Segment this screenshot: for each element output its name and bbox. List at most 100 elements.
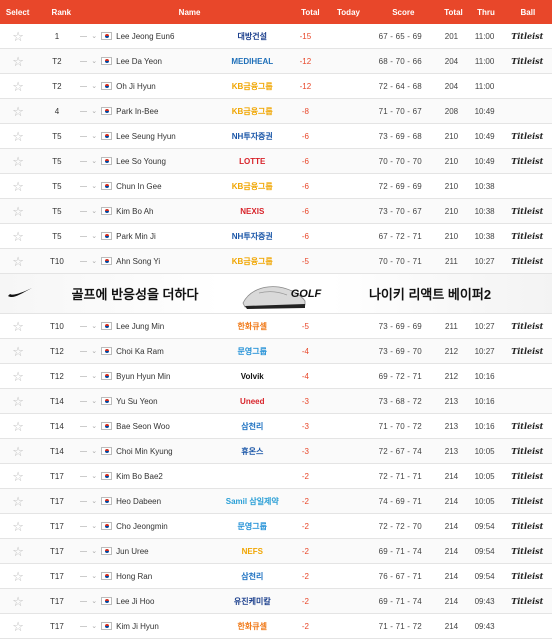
player-name[interactable]: Lee Seung Hyun <box>116 132 176 141</box>
header-score[interactable]: Score <box>368 8 439 17</box>
player-name[interactable]: Kim Ji Hyun <box>116 622 159 631</box>
player-row[interactable]: ☆ T14 — ⌄ Bae Seon Woo 삼천리 -3 71 - 70 - … <box>0 414 552 439</box>
player-name[interactable]: Lee Jung Min <box>116 322 164 331</box>
player-row[interactable]: ☆ T14 — ⌄ Yu Su Yeon Uneed -3 73 - 68 - … <box>0 389 552 414</box>
favorite-star-button[interactable]: ☆ <box>0 30 36 43</box>
player-row[interactable]: ☆ T10 — ⌄ Lee Jung Min 한화큐셀 -5 73 - 69 -… <box>0 314 552 339</box>
favorite-star-button[interactable]: ☆ <box>0 105 36 118</box>
player-row[interactable]: ☆ T5 — ⌄ Lee Seung Hyun NH투자증권 -6 73 - 6… <box>0 124 552 149</box>
favorite-star-button[interactable]: ☆ <box>0 445 36 458</box>
favorite-star-button[interactable]: ☆ <box>0 230 36 243</box>
player-name-cell[interactable]: ⌄ Kim Bo Bae2 <box>89 472 218 481</box>
player-row[interactable]: ☆ T5 — ⌄ Lee So Young LOTTE -6 70 - 70 -… <box>0 149 552 174</box>
favorite-star-button[interactable]: ☆ <box>0 320 36 333</box>
player-row[interactable]: ☆ T17 — ⌄ Cho Jeongmin 문영그룹 -2 72 - 72 -… <box>0 514 552 539</box>
player-row[interactable]: ☆ T17 — ⌄ Kim Ji Hyun 한화큐셀 -2 71 - 71 - … <box>0 614 552 639</box>
player-name[interactable]: Oh Ji Hyun <box>116 82 156 91</box>
player-row[interactable]: ☆ 4 — ⌄ Park In-Bee KB금융그룹 -8 71 - 70 - … <box>0 99 552 124</box>
player-name-cell[interactable]: ⌄ Byun Hyun Min <box>89 372 218 381</box>
favorite-star-button[interactable]: ☆ <box>0 620 36 633</box>
player-name[interactable]: Hong Ran <box>116 572 152 581</box>
player-name-cell[interactable]: ⌄ Ahn Song Yi <box>89 257 218 266</box>
chevron-down-icon[interactable]: ⌄ <box>89 57 99 65</box>
player-row[interactable]: ☆ T2 — ⌄ Oh Ji Hyun KB금융그룹 -12 72 - 64 -… <box>0 74 552 99</box>
favorite-star-button[interactable]: ☆ <box>0 55 36 68</box>
player-row[interactable]: ☆ T17 — ⌄ Lee Ji Hoo 유진케미칼 -2 69 - 71 - … <box>0 589 552 614</box>
player-name-cell[interactable]: ⌄ Lee Jeong Eun6 <box>89 32 218 41</box>
favorite-star-button[interactable]: ☆ <box>0 80 36 93</box>
player-name[interactable]: Byun Hyun Min <box>116 372 170 381</box>
player-name[interactable]: Park Min Ji <box>116 232 156 241</box>
favorite-star-button[interactable]: ☆ <box>0 520 36 533</box>
player-name[interactable]: Choi Min Kyung <box>116 447 172 456</box>
chevron-down-icon[interactable]: ⌄ <box>89 547 99 555</box>
player-name-cell[interactable]: ⌄ Kim Ji Hyun <box>89 622 218 631</box>
header-total-strokes[interactable]: Total <box>439 8 469 17</box>
favorite-star-button[interactable]: ☆ <box>0 180 36 193</box>
player-name-cell[interactable]: ⌄ Park In-Bee <box>89 107 218 116</box>
chevron-down-icon[interactable]: ⌄ <box>89 107 99 115</box>
player-name-cell[interactable]: ⌄ Choi Ka Ram <box>89 347 218 356</box>
player-name[interactable]: Cho Jeongmin <box>116 522 168 531</box>
player-row[interactable]: ☆ T14 — ⌄ Choi Min Kyung 휴온스 -3 72 - 67 … <box>0 439 552 464</box>
player-row[interactable]: ☆ T17 — ⌄ Kim Bo Bae2 -2 72 - 71 - 71 21… <box>0 464 552 489</box>
player-row[interactable]: ☆ T17 — ⌄ Heo Dabeen Samil 삼일제약 -2 74 - … <box>0 489 552 514</box>
chevron-down-icon[interactable]: ⌄ <box>89 82 99 90</box>
header-name[interactable]: Name <box>87 8 291 17</box>
chevron-down-icon[interactable]: ⌄ <box>89 257 99 265</box>
chevron-down-icon[interactable]: ⌄ <box>89 32 99 40</box>
player-name-cell[interactable]: ⌄ Chun In Gee <box>89 182 218 191</box>
favorite-star-button[interactable]: ☆ <box>0 595 36 608</box>
player-row[interactable]: ☆ T5 — ⌄ Kim Bo Ah NEXIS -6 73 - 70 - 67… <box>0 199 552 224</box>
chevron-down-icon[interactable]: ⌄ <box>89 182 99 190</box>
player-name[interactable]: Chun In Gee <box>116 182 161 191</box>
player-name[interactable]: Kim Bo Ah <box>116 207 153 216</box>
player-name-cell[interactable]: ⌄ Lee So Young <box>89 157 218 166</box>
player-name-cell[interactable]: ⌄ Park Min Ji <box>89 232 218 241</box>
chevron-down-icon[interactable]: ⌄ <box>89 497 99 505</box>
player-name[interactable]: Yu Su Yeon <box>116 397 157 406</box>
chevron-down-icon[interactable]: ⌄ <box>89 322 99 330</box>
favorite-star-button[interactable]: ☆ <box>0 130 36 143</box>
favorite-star-button[interactable]: ☆ <box>0 395 36 408</box>
chevron-down-icon[interactable]: ⌄ <box>89 472 99 480</box>
favorite-star-button[interactable]: ☆ <box>0 470 36 483</box>
player-name-cell[interactable]: ⌄ Choi Min Kyung <box>89 447 218 456</box>
chevron-down-icon[interactable]: ⌄ <box>89 347 99 355</box>
player-name-cell[interactable]: ⌄ Kim Bo Ah <box>89 207 218 216</box>
chevron-down-icon[interactable]: ⌄ <box>89 597 99 605</box>
player-name-cell[interactable]: ⌄ Jun Uree <box>89 547 218 556</box>
player-name[interactable]: Ahn Song Yi <box>116 257 160 266</box>
player-name-cell[interactable]: ⌄ Yu Su Yeon <box>89 397 218 406</box>
player-name[interactable]: Jun Uree <box>116 547 148 556</box>
favorite-star-button[interactable]: ☆ <box>0 155 36 168</box>
player-row[interactable]: ☆ T17 — ⌄ Hong Ran 삼천리 -2 76 - 67 - 71 2… <box>0 564 552 589</box>
favorite-star-button[interactable]: ☆ <box>0 495 36 508</box>
player-row[interactable]: ☆ T17 — ⌄ Jun Uree NEFS -2 69 - 71 - 74 … <box>0 539 552 564</box>
favorite-star-button[interactable]: ☆ <box>0 420 36 433</box>
player-row[interactable]: ☆ 1 — ⌄ Lee Jeong Eun6 대방건설 -15 67 - 65 … <box>0 24 552 49</box>
favorite-star-button[interactable]: ☆ <box>0 570 36 583</box>
player-name-cell[interactable]: ⌄ Bae Seon Woo <box>89 422 218 431</box>
player-name-cell[interactable]: ⌄ Lee Jung Min <box>89 322 218 331</box>
player-name-cell[interactable]: ⌄ Heo Dabeen <box>89 497 218 506</box>
player-name-cell[interactable]: ⌄ Cho Jeongmin <box>89 522 218 531</box>
player-row[interactable]: ☆ T5 — ⌄ Chun In Gee KB금융그룹 -6 72 - 69 -… <box>0 174 552 199</box>
player-name[interactable]: Bae Seon Woo <box>116 422 170 431</box>
player-name-cell[interactable]: ⌄ Lee Ji Hoo <box>89 597 218 606</box>
chevron-down-icon[interactable]: ⌄ <box>89 157 99 165</box>
favorite-star-button[interactable]: ☆ <box>0 205 36 218</box>
player-row[interactable]: ☆ T10 — ⌄ Ahn Song Yi KB금융그룹 -5 70 - 70 … <box>0 249 552 274</box>
player-name[interactable]: Lee So Young <box>116 157 166 166</box>
header-rank[interactable]: Rank <box>35 8 87 17</box>
nike-ad-banner[interactable]: 골프에 반응성을 더하다 GOLF 나이키 리액트 베이퍼2 <box>0 274 552 314</box>
player-name[interactable]: Lee Da Yeon <box>116 57 162 66</box>
favorite-star-button[interactable]: ☆ <box>0 545 36 558</box>
player-name[interactable]: Choi Ka Ram <box>116 347 164 356</box>
chevron-down-icon[interactable]: ⌄ <box>89 422 99 430</box>
favorite-star-button[interactable]: ☆ <box>0 255 36 268</box>
chevron-down-icon[interactable]: ⌄ <box>89 622 99 630</box>
chevron-down-icon[interactable]: ⌄ <box>89 207 99 215</box>
header-today[interactable]: Today <box>329 8 368 17</box>
player-row[interactable]: ☆ T5 — ⌄ Park Min Ji NH투자증권 -6 67 - 72 -… <box>0 224 552 249</box>
